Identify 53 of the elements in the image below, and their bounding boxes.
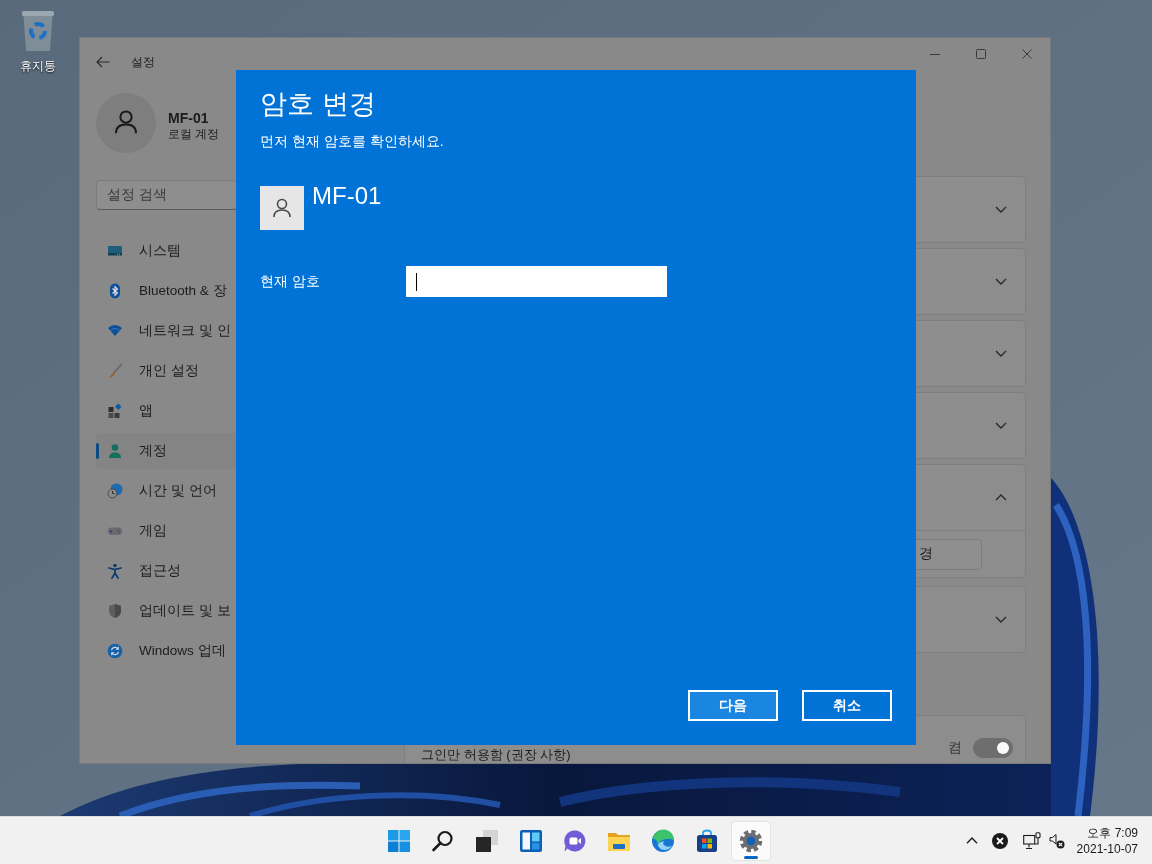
toggle-label: 켬 <box>948 739 962 757</box>
field-label: 현재 암호 <box>260 272 321 291</box>
nav-item[interactable]: 계정 <box>96 433 237 469</box>
globe-clock-icon <box>107 483 123 499</box>
user-name: MF-01 <box>312 182 382 210</box>
profile-name: MF-01 <box>168 109 210 126</box>
network-icon[interactable] <box>1022 831 1041 850</box>
video-chat-bubble-icon <box>563 828 587 853</box>
settings-icon <box>739 828 763 853</box>
chevron-down-icon[interactable] <box>995 276 1007 287</box>
dialog-button[interactable]: 취소 <box>802 690 892 721</box>
shopping-bag-icon <box>695 828 719 853</box>
back-arrow-icon <box>96 56 110 68</box>
monitor-icon <box>107 243 123 259</box>
password-field[interactable] <box>406 266 667 297</box>
speaker-muted-icon[interactable] <box>1048 832 1065 849</box>
sync-icon <box>107 643 123 659</box>
search-icon <box>431 828 455 853</box>
four-squares-icon <box>387 828 411 853</box>
setting-description: 그인만 허용함 (권장 사항) <box>421 748 571 763</box>
maximize-icon <box>976 49 986 59</box>
person-icon <box>260 186 304 230</box>
chevron-down-icon[interactable] <box>995 420 1007 431</box>
bluetooth-icon <box>107 283 123 299</box>
dialog-button[interactable]: 다음 <box>688 690 778 721</box>
nav-item[interactable]: 앱 <box>96 393 237 429</box>
recycle-bin-icon <box>20 10 56 52</box>
account-type: 로컬 계정 <box>168 125 220 142</box>
shield-icon <box>107 603 123 619</box>
search-field[interactable]: 설정 검색 <box>96 180 237 210</box>
chevron-down-icon[interactable] <box>995 204 1007 215</box>
avatar-icon <box>96 93 156 153</box>
overlapping-squares-icon <box>475 828 499 853</box>
close-circle-icon[interactable] <box>991 832 1008 849</box>
close-icon <box>1022 49 1032 59</box>
panels-icon <box>519 828 543 853</box>
chevron-down-icon[interactable] <box>995 348 1007 359</box>
app-grid-icon <box>107 403 123 419</box>
person-icon <box>107 443 123 459</box>
settings-button[interactable] <box>731 820 771 861</box>
nav-item[interactable]: 개인 설정 <box>96 353 237 389</box>
dialog-title: 암호 변경 <box>260 88 376 121</box>
window-title: 설정 <box>131 53 155 71</box>
brush-icon <box>107 363 123 379</box>
nav-item[interactable]: 접근성 <box>96 553 237 589</box>
chevron-down-icon[interactable] <box>995 614 1007 625</box>
minimize-icon <box>930 53 940 55</box>
dialog-subtitle: 먼저 현재 암호를 확인하세요. <box>260 132 444 150</box>
toggle-switch[interactable] <box>973 738 1013 758</box>
clock-button[interactable]: 오후 7:09 2021-10-07 <box>1076 824 1138 857</box>
chevron-up-icon[interactable] <box>965 837 978 844</box>
accessibility-icon <box>107 563 123 579</box>
browser-swirl-icon <box>651 828 675 853</box>
